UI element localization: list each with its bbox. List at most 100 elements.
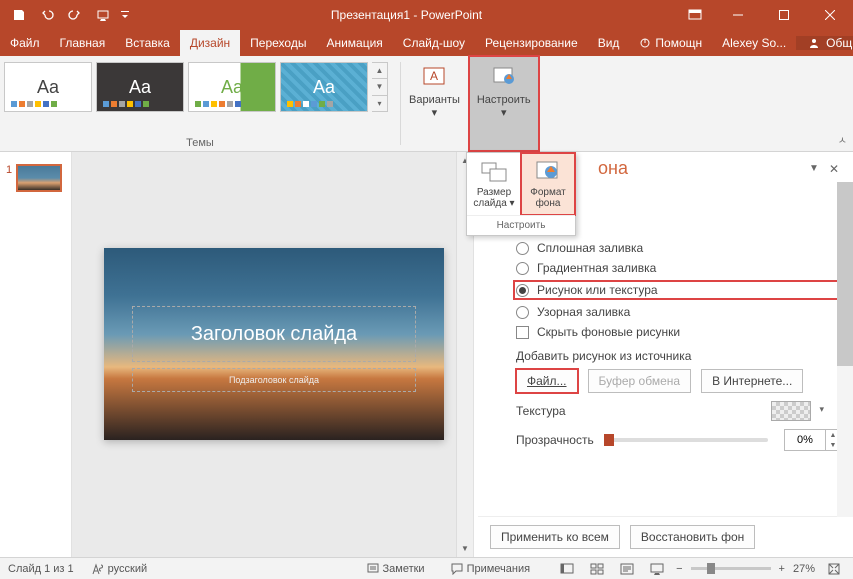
customize-button[interactable]: Настроить▾ [469, 56, 539, 151]
language-indicator[interactable]: русский [92, 563, 147, 575]
tab-design[interactable]: Дизайн [180, 30, 240, 56]
status-bar: Слайд 1 из 1 русский Заметки Примечания … [0, 557, 853, 579]
solid-fill-label: Сплошная заливка [537, 241, 643, 255]
theme-sample-text: Aa [221, 77, 243, 98]
comments-icon [451, 563, 463, 575]
gradient-fill-label: Градиентная заливка [537, 261, 656, 275]
tell-me-label: Помощн [655, 36, 702, 50]
quick-access-toolbar [0, 3, 138, 27]
clipboard-button: Буфер обмена [588, 369, 692, 393]
transparency-spinner[interactable]: ▲▼ [784, 429, 841, 451]
transparency-input[interactable] [785, 434, 825, 446]
svg-text:A: A [430, 69, 438, 83]
slide-title-text: Заголовок слайда [191, 323, 357, 346]
fit-to-window-button[interactable] [823, 560, 845, 578]
comments-button[interactable]: Примечания [451, 563, 531, 575]
reading-view-button[interactable] [616, 560, 638, 578]
online-button[interactable]: В Интернете... [701, 369, 803, 393]
start-from-beginning-button[interactable] [90, 3, 116, 27]
slide-subtitle-text: Подзаголовок слайда [229, 375, 319, 385]
ribbon-display-options[interactable] [675, 9, 715, 21]
tab-review[interactable]: Рецензирование [475, 30, 588, 56]
transparency-label: Прозрачность [516, 433, 594, 447]
slide-edit-pane[interactable]: Заголовок слайда Подзаголовок слайда ▲ ▼ [72, 152, 473, 557]
insert-from-label: Добавить рисунок из источника [516, 349, 841, 363]
qat-customize-button[interactable] [118, 3, 132, 27]
pattern-fill-radio[interactable]: Узорная заливка [516, 305, 841, 319]
theme-sample-text: Aa [37, 77, 59, 98]
theme-tile-2[interactable]: Aa [96, 62, 184, 112]
close-button[interactable] [807, 0, 853, 30]
customize-dropdown: Размер слайда ▾ Формат фона Настроить [466, 152, 576, 236]
customize-label: Настроить [477, 94, 531, 106]
tab-transitions[interactable]: Переходы [240, 30, 316, 56]
hide-background-checkbox[interactable]: Скрыть фоновые рисунки [516, 325, 841, 339]
reset-background-button[interactable]: Восстановить фон [630, 525, 755, 549]
zoom-slider[interactable] [691, 567, 771, 570]
theme-gallery: Aa Aa Aa Aa ▲▼▾ [4, 62, 388, 112]
redo-button[interactable] [62, 3, 88, 27]
task-pane-title: она [598, 158, 803, 179]
theme-tile-1[interactable]: Aa [4, 62, 92, 112]
slide-thumbnail-1[interactable] [16, 164, 62, 192]
zoom-level[interactable]: 27% [793, 563, 815, 575]
minimize-button[interactable] [715, 0, 761, 30]
task-pane-scrollbar[interactable] [837, 182, 853, 517]
zoom-out[interactable]: − [676, 563, 682, 575]
solid-fill-radio[interactable]: Сплошная заливка [516, 241, 841, 255]
picture-fill-radio[interactable]: Рисунок или текстура [514, 281, 841, 299]
slide-count[interactable]: Слайд 1 из 1 [8, 563, 74, 575]
slide-sorter-button[interactable] [586, 560, 608, 578]
save-button[interactable] [6, 3, 32, 27]
slide-canvas[interactable]: Заголовок слайда Подзаголовок слайда [104, 248, 444, 440]
task-pane-menu[interactable]: ▼ [803, 161, 825, 176]
texture-picker[interactable] [771, 401, 811, 421]
gradient-fill-radio[interactable]: Градиентная заливка [516, 261, 841, 275]
theme-tile-4[interactable]: Aa [280, 62, 368, 112]
tell-me[interactable]: Помощн [629, 36, 712, 50]
language-label: русский [108, 563, 147, 575]
collapse-ribbon[interactable]: ㅅ [838, 132, 847, 147]
format-background-icon [534, 159, 562, 183]
transparency-slider[interactable] [604, 438, 768, 442]
notes-button[interactable]: Заметки [367, 563, 425, 575]
variants-button[interactable]: A Варианты▾ [401, 56, 468, 151]
share-button[interactable]: Общий доступ [796, 36, 853, 50]
notes-icon [367, 563, 379, 575]
slide-subtitle-placeholder[interactable]: Подзаголовок слайда [132, 368, 416, 392]
comments-label: Примечания [467, 563, 531, 575]
format-background-button[interactable]: Формат фона [521, 153, 575, 215]
tab-home[interactable]: Главная [50, 30, 116, 56]
tab-animation[interactable]: Анимация [316, 30, 392, 56]
maximize-button[interactable] [761, 0, 807, 30]
task-pane-close[interactable]: ✕ [825, 160, 843, 178]
pattern-fill-label: Узорная заливка [537, 305, 630, 319]
tab-file[interactable]: Файл [0, 30, 50, 56]
apply-to-all-button[interactable]: Применить ко всем [490, 525, 620, 549]
slide-title-placeholder[interactable]: Заголовок слайда [132, 306, 416, 362]
texture-label: Текстура [516, 404, 566, 418]
theme-tile-3[interactable]: Aa [188, 62, 276, 112]
tab-insert[interactable]: Вставка [115, 30, 180, 56]
file-button[interactable]: Файл... [516, 369, 578, 393]
account-name[interactable]: Alexey So... [712, 36, 796, 50]
zoom-in[interactable]: + [779, 563, 785, 575]
picture-fill-label: Рисунок или текстура [537, 283, 658, 297]
window-title: Презентация1 - PowerPoint [138, 8, 675, 22]
slide-size-button[interactable]: Размер слайда ▾ [467, 153, 521, 215]
theme-gallery-more[interactable]: ▲▼▾ [372, 62, 388, 112]
window-controls [715, 0, 853, 30]
themes-group-label: Темы [0, 137, 400, 149]
customize-icon [488, 60, 520, 92]
undo-button[interactable] [34, 3, 60, 27]
variants-label: Варианты [409, 94, 460, 106]
main-area: 1 Заголовок слайда Подзаголовок слайда ▲… [0, 152, 853, 557]
slideshow-view-button[interactable] [646, 560, 668, 578]
ribbon-tabs: Файл Главная Вставка Дизайн Переходы Ани… [0, 30, 853, 56]
tab-view[interactable]: Вид [588, 30, 630, 56]
format-background-label: Формат фона [523, 187, 573, 209]
theme-sample-text: Aa [129, 77, 151, 98]
tab-slideshow[interactable]: Слайд-шоу [393, 30, 475, 56]
slide-size-label: Размер слайда [473, 187, 511, 209]
normal-view-button[interactable] [556, 560, 578, 578]
